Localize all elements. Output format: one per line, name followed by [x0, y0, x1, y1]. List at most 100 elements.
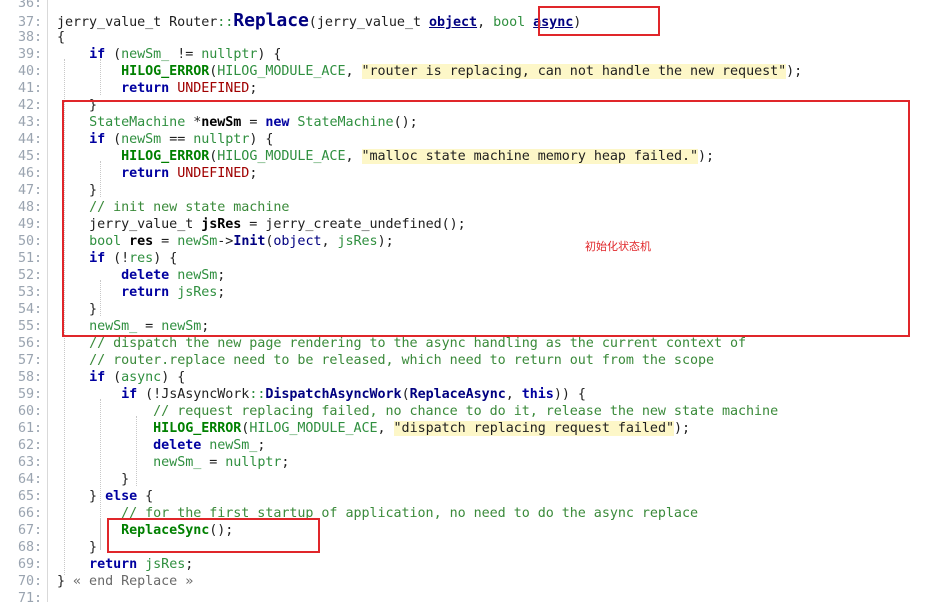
annotation-label: 初始化状态机 — [585, 240, 651, 253]
code-token: ( — [308, 15, 317, 30]
code-token: newSm_ — [209, 438, 258, 453]
line-code: // request replacing failed, no chance t… — [57, 404, 778, 419]
line-code: return UNDEFINED; — [57, 81, 257, 96]
line-number: 54: — [17, 302, 42, 317]
code-token: )) { — [553, 387, 586, 402]
code-line[interactable]: 63: newSm_ = nullptr; — [0, 454, 289, 471]
code-token: bool — [493, 15, 534, 30]
code-token: return — [89, 557, 138, 572]
code-token: ( — [105, 47, 122, 62]
code-line[interactable]: 40: HILOG_ERROR(HILOG_MODULE_ACE, "route… — [0, 63, 802, 80]
line-number: 46: — [17, 166, 42, 181]
code-token: != — [169, 47, 202, 62]
line-number: 43: — [17, 115, 42, 130]
code-token: "router is replacing, can not handle the… — [361, 64, 787, 79]
code-line[interactable]: 57: // router.replace need to be release… — [0, 352, 714, 369]
line-number: 70: — [17, 574, 42, 589]
code-token: HILOG_MODULE_ACE — [249, 421, 378, 436]
code-token: if — [121, 387, 138, 402]
code-token: ); — [673, 421, 690, 436]
code-line[interactable]: 56: // dispatch the new page rendering t… — [0, 335, 746, 352]
code-line[interactable]: 70: } « end Replace » — [0, 573, 193, 590]
code-token: if — [89, 370, 106, 385]
code-line[interactable]: 38: { — [0, 29, 65, 46]
code-token: ); — [786, 64, 803, 79]
code-line[interactable]: 68: } — [0, 539, 97, 556]
code-token: delete — [153, 438, 202, 453]
line-number: 51: — [17, 251, 42, 266]
code-token: // dispatch the new page rendering to th… — [89, 336, 747, 351]
code-token: = — [201, 455, 226, 470]
code-token: jsRes — [145, 557, 186, 572]
line-number: 56: — [17, 336, 42, 351]
code-token: newSm_ — [153, 455, 202, 470]
code-token: ; — [185, 557, 194, 572]
line-code: } else { — [57, 489, 153, 504]
code-token: } — [57, 574, 74, 589]
line-code: newSm_ = nullptr; — [57, 455, 289, 470]
code-editor[interactable]: 36: 37: jerry_value_t Router::Replace(jerr… — [0, 0, 940, 606]
code-token: object — [428, 15, 478, 30]
code-token: Router — [169, 15, 218, 30]
line-number: 62: — [17, 438, 42, 453]
code-line[interactable]: 61: HILOG_ERROR(HILOG_MODULE_ACE, "dispa… — [0, 420, 690, 437]
code-token: } — [57, 540, 98, 555]
code-line[interactable]: 62: delete newSm_; — [0, 437, 265, 454]
code-token: ; — [249, 81, 258, 96]
line-code: HILOG_ERROR(HILOG_MODULE_ACE, "router is… — [57, 64, 802, 79]
line-number: 38: — [17, 30, 42, 45]
code-line[interactable]: 71: — [0, 590, 57, 607]
code-line[interactable]: 64: } — [0, 471, 129, 488]
line-code: if (newSm_ != nullptr) { — [57, 47, 281, 62]
code-line[interactable]: 65: } else { — [0, 488, 153, 505]
code-line[interactable]: 66: // for the first startup of applicat… — [0, 505, 698, 522]
code-token: , — [377, 421, 394, 436]
line-number: 53: — [17, 285, 42, 300]
code-token: { — [57, 30, 66, 45]
line-number: 44: — [17, 132, 42, 147]
line-code: } « end Replace » — [57, 574, 193, 589]
code-token: ; — [257, 438, 266, 453]
line-number: 63: — [17, 455, 42, 470]
line-number: 59: — [17, 387, 42, 402]
code-line[interactable]: 39: if (newSm_ != nullptr) { — [0, 46, 282, 63]
code-line[interactable]: 58: if (async) { — [0, 369, 185, 386]
line-code: // dispatch the new page rendering to th… — [57, 336, 746, 351]
code-token: , — [505, 387, 522, 402]
code-line[interactable]: 59: if (!JsAsyncWork::DispatchAsyncWork(… — [0, 386, 586, 403]
code-line[interactable]: 37: jerry_value_t Router::Replace(jerry_v… — [0, 12, 581, 31]
line-number: 48: — [17, 200, 42, 215]
line-number: 55: — [17, 319, 42, 334]
code-line[interactable]: 41: return UNDEFINED; — [0, 80, 257, 97]
code-token: { — [137, 489, 154, 504]
line-code: if (!JsAsyncWork::DispatchAsyncWork(Repl… — [57, 387, 586, 402]
line-number: 68: — [17, 540, 42, 555]
line-code: // router.replace need to be released, w… — [57, 353, 714, 368]
line-number: 45: — [17, 149, 42, 164]
code-line[interactable]: 36: — [0, 0, 57, 12]
code-token: "dispatch replacing request failed" — [393, 421, 674, 436]
line-number: 67: — [17, 523, 42, 538]
line-code: } — [57, 540, 97, 555]
line-number: 52: — [17, 268, 42, 283]
code-line[interactable]: 60: // request replacing failed, no chan… — [0, 403, 778, 420]
code-token: jerry_value_t — [57, 15, 170, 30]
line-number: 49: — [17, 217, 42, 232]
code-token: HILOG_ERROR — [153, 421, 242, 436]
code-line[interactable]: 69: return jsRes; — [0, 556, 193, 573]
code-token: else — [105, 489, 138, 504]
line-code: delete newSm_; — [57, 438, 265, 453]
highlight-box-init-state-machine — [62, 100, 910, 337]
line-number: 69: — [17, 557, 42, 572]
code-token: } — [57, 489, 106, 504]
line-number: 39: — [17, 47, 42, 62]
